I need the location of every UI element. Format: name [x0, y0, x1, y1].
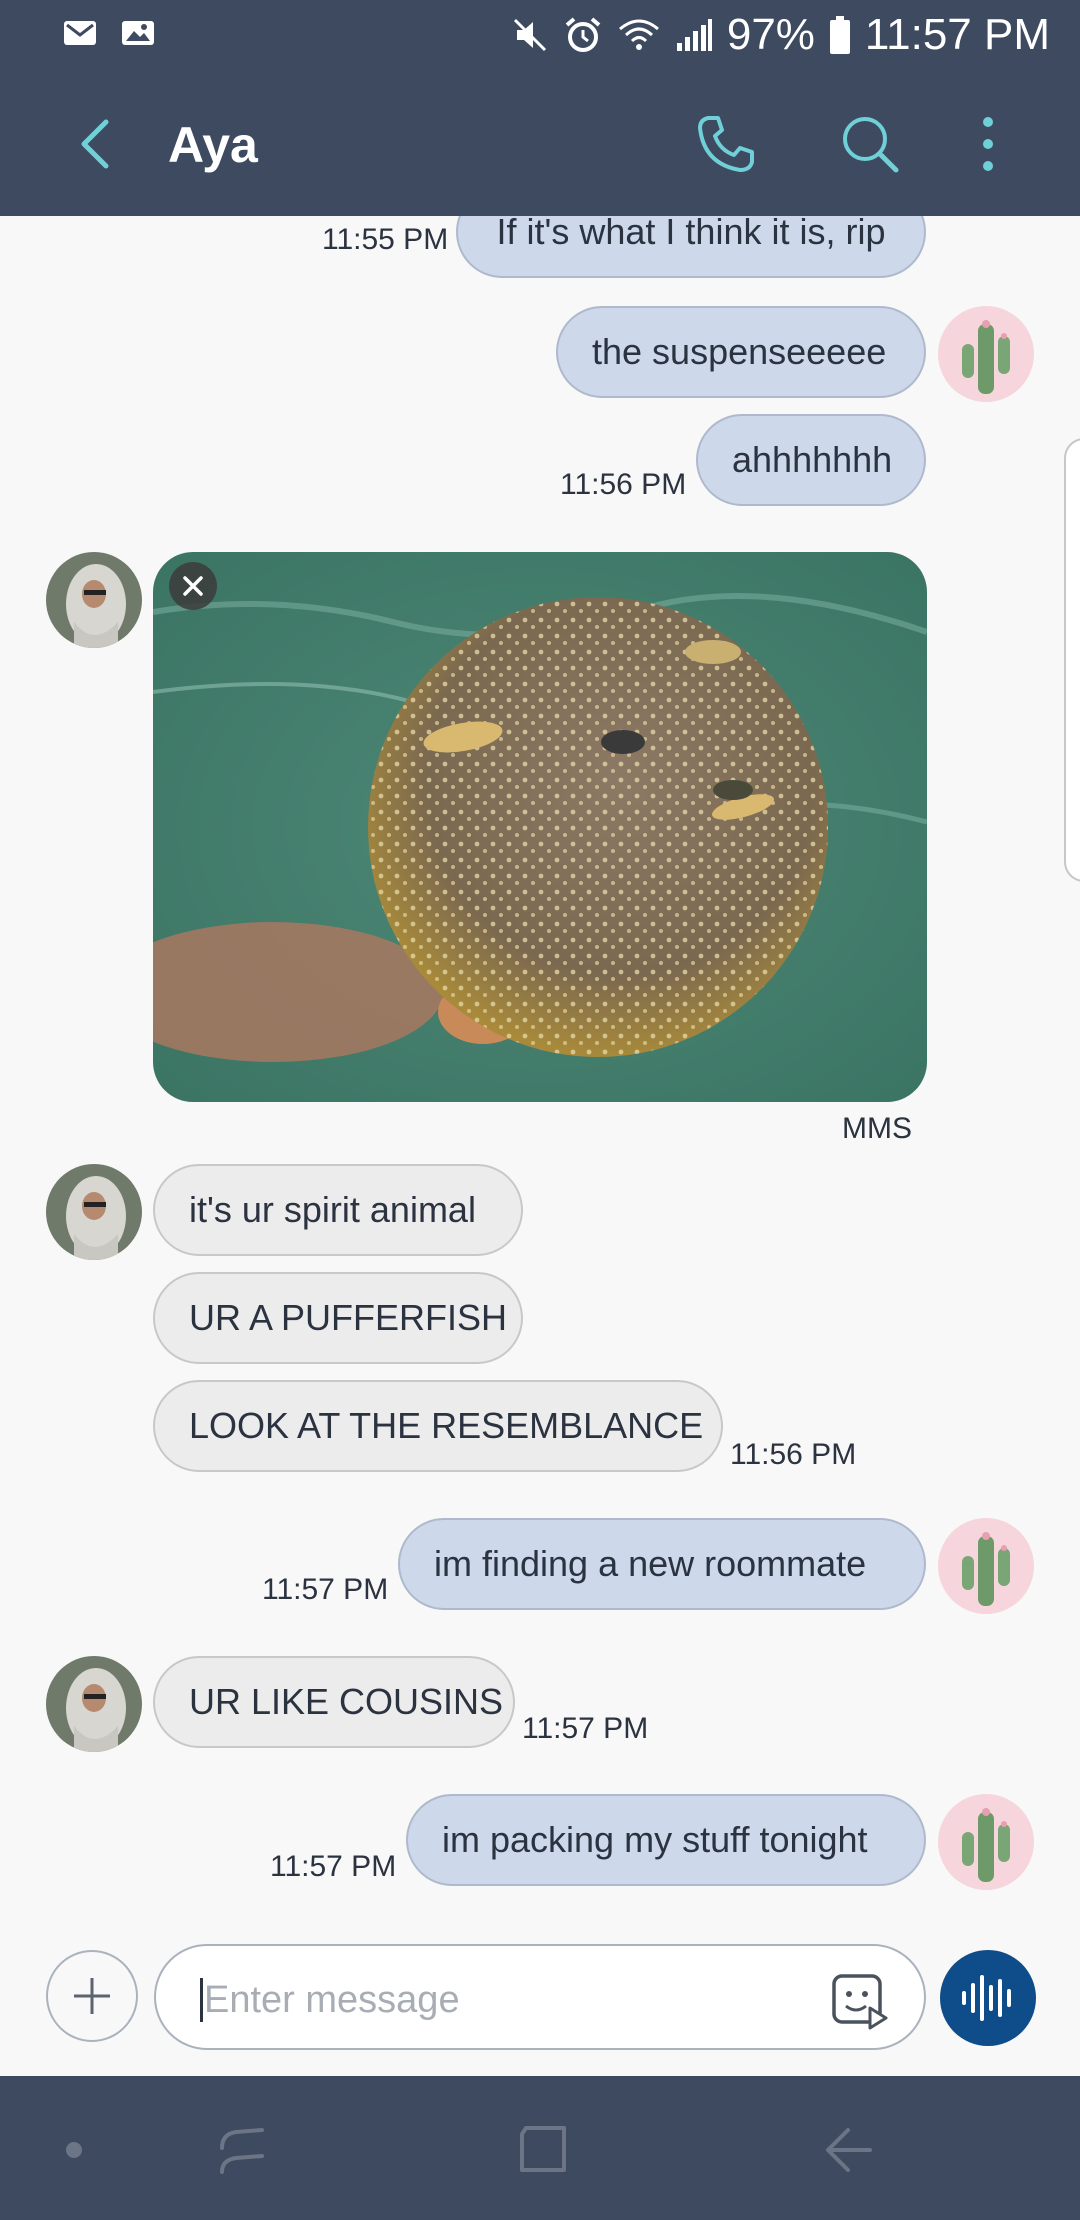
status-bar: 97% 11:57 PM — [0, 0, 1080, 72]
mms-label: MMS — [842, 1112, 912, 1145]
sticker-icon[interactable] — [830, 1970, 890, 2030]
cactus-avatar-icon — [938, 1794, 1034, 1890]
pufferfish-image — [153, 552, 927, 1102]
message-time: 11:56 PM — [730, 1438, 857, 1471]
status-time: 11:57 PM — [864, 10, 1050, 59]
signal-icon — [676, 19, 712, 51]
close-icon — [183, 576, 203, 596]
phone-icon — [698, 116, 754, 172]
message-time: 11:55 PM — [322, 223, 449, 256]
voice-record-button[interactable] — [940, 1950, 1036, 2046]
nav-recents-button[interactable] — [210, 2118, 274, 2182]
message-text: UR A PUFFERFISH — [189, 1297, 508, 1338]
contact-avatar-icon — [46, 1656, 142, 1752]
message-time: 11:57 PM — [262, 1573, 389, 1606]
navigation-bar — [0, 2076, 1080, 2220]
message-text: im finding a new roommate — [434, 1543, 867, 1584]
cactus-avatar-icon — [938, 306, 1034, 402]
message-text: it's ur spirit animal — [189, 1189, 476, 1230]
avatar-self[interactable] — [938, 1518, 1034, 1614]
avatar-self[interactable] — [938, 306, 1034, 402]
message-input-box[interactable] — [154, 1944, 926, 2050]
dismiss-image-button[interactable] — [169, 562, 217, 610]
contact-name: Aya — [168, 117, 258, 173]
contact-avatar-icon — [46, 552, 142, 648]
avatar-contact[interactable] — [46, 1656, 142, 1752]
mute-icon — [513, 18, 546, 52]
message-thread[interactable]: If it's what I think it is, rip 11:55 PM… — [0, 216, 1080, 1926]
message-bubble-outgoing[interactable]: If it's what I think it is, rip — [456, 216, 926, 278]
message-text: ahhhhhhh — [732, 439, 893, 480]
battery-percent: 97% — [726, 10, 815, 59]
nav-home-button[interactable] — [512, 2118, 576, 2182]
nav-back-icon — [826, 2128, 872, 2172]
message-input[interactable] — [202, 1970, 766, 2030]
gmail-icon — [64, 21, 96, 45]
nav-back-button[interactable] — [816, 2118, 880, 2182]
plus-icon — [74, 1978, 110, 2014]
avatar-self[interactable] — [938, 1794, 1034, 1890]
back-icon[interactable] — [72, 116, 120, 172]
cactus-avatar-icon — [938, 1518, 1034, 1614]
nav-dot[interactable] — [42, 2118, 106, 2182]
search-icon — [843, 117, 899, 173]
message-bubble-incoming[interactable]: UR A PUFFERFISH — [153, 1272, 523, 1364]
add-attachment-button[interactable] — [46, 1950, 138, 2042]
message-time: 11:57 PM — [270, 1850, 397, 1883]
message-text: UR LIKE COUSINS — [189, 1681, 504, 1722]
alarm-icon — [565, 17, 601, 52]
message-composer — [0, 1926, 1080, 2076]
message-bubble-outgoing[interactable]: the suspenseeeee — [556, 306, 926, 398]
wifi-icon — [618, 19, 659, 50]
message-bubble-outgoing[interactable]: im packing my stuff tonight — [406, 1794, 926, 1886]
message-bubble-incoming[interactable]: UR LIKE COUSINS — [153, 1656, 515, 1748]
message-bubble-incoming[interactable]: it's ur spirit animal — [153, 1164, 523, 1256]
mms-image[interactable] — [153, 552, 927, 1102]
avatar-contact[interactable] — [46, 1164, 142, 1260]
more-icon — [983, 117, 993, 171]
message-text: im packing my stuff tonight — [442, 1819, 868, 1860]
battery-icon — [829, 16, 850, 54]
dot-icon — [66, 2142, 82, 2158]
message-text: the suspenseeeee — [592, 331, 887, 372]
message-text: LOOK AT THE RESEMBLANCE — [189, 1405, 704, 1446]
message-time: 11:56 PM — [560, 468, 687, 501]
message-bubble-outgoing[interactable]: ahhhhhhh — [696, 414, 926, 506]
message-text: If it's what I think it is, rip — [496, 216, 886, 252]
voice-wave-icon — [962, 1975, 1011, 2021]
message-time: 11:57 PM — [522, 1712, 649, 1745]
home-icon — [520, 2126, 566, 2172]
more-options-button[interactable] — [952, 108, 1024, 180]
message-bubble-incoming[interactable]: LOOK AT THE RESEMBLANCE — [153, 1380, 723, 1472]
app-bar: Aya — [0, 72, 1080, 216]
scrollbar-thumb[interactable] — [1064, 438, 1080, 882]
contact-avatar-icon — [46, 1164, 142, 1260]
message-bubble-outgoing[interactable]: im finding a new roommate — [398, 1518, 926, 1610]
call-button[interactable] — [690, 108, 762, 180]
gallery-icon — [122, 21, 154, 45]
recents-icon — [220, 2128, 264, 2174]
search-button[interactable] — [834, 108, 906, 180]
avatar-contact[interactable] — [46, 552, 142, 648]
